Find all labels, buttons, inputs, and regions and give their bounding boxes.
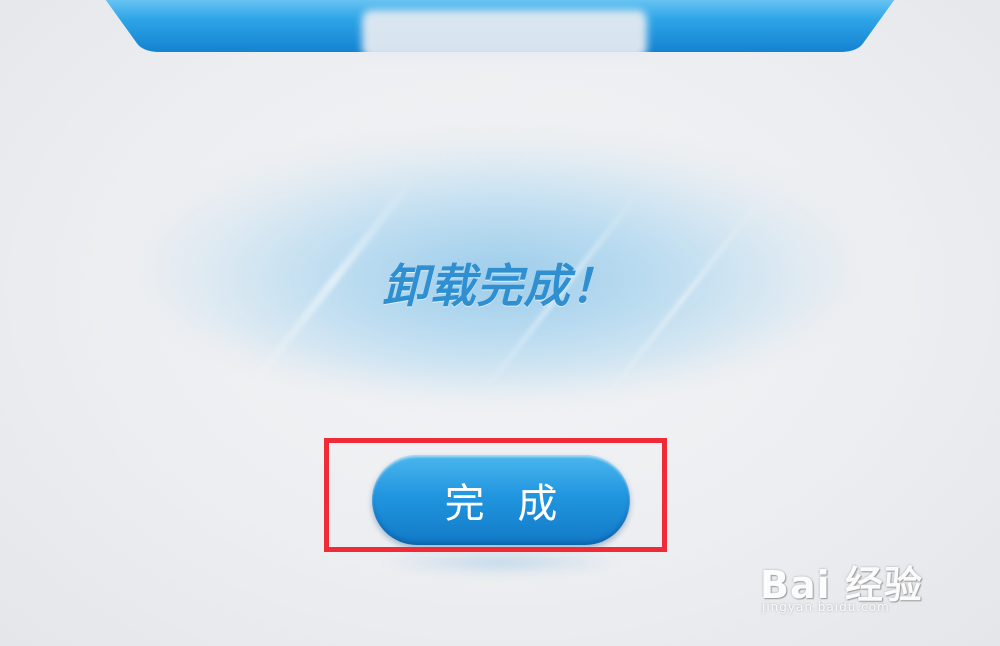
uninstall-dialog: 卸载完成！ 完 成 Bai 经验 jingyan.baidu.com (0, 0, 1000, 646)
blurred-title (362, 10, 647, 58)
highlight-frame (324, 438, 667, 552)
button-reflection (380, 548, 620, 576)
uninstall-complete-message: 卸载完成！ (382, 259, 618, 313)
watermark: Bai 经验 jingyan.baidu.com (760, 540, 980, 630)
watermark-subtext: jingyan.baidu.com (762, 600, 890, 614)
